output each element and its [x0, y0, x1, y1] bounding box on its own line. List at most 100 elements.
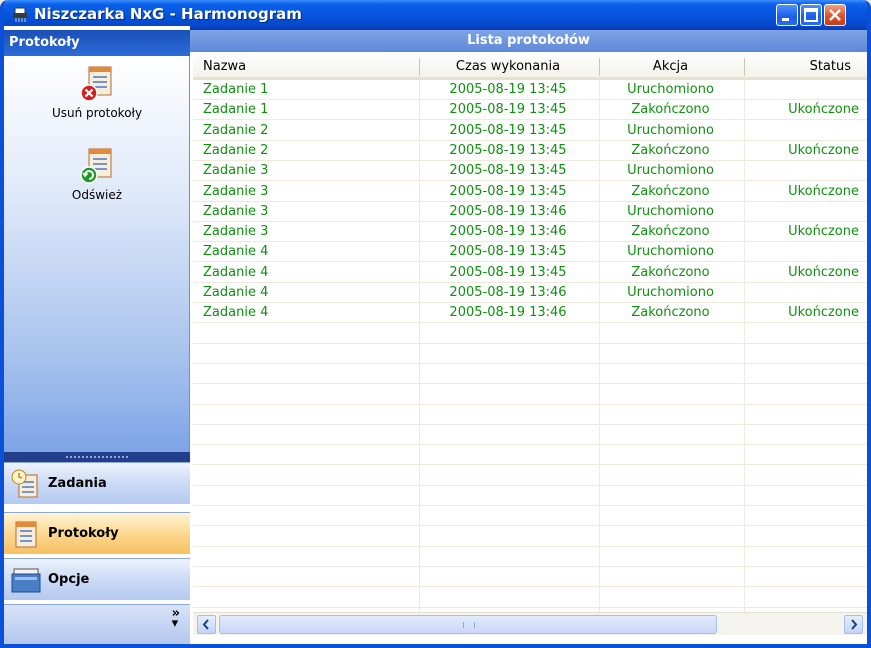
minimize-icon	[782, 18, 789, 21]
col-action-cell: Uruchomiono	[627, 122, 714, 138]
col-action-cell: Uruchomiono	[627, 285, 714, 300]
col-run-time-cell: 2005-08-19 13:45	[449, 163, 567, 179]
tasks-icon	[11, 469, 41, 499]
table-row[interactable]: Zadanie 3 2005-08-19 13:45 Uruchomiono	[193, 161, 867, 182]
col-action-cell: Zakończono	[631, 305, 710, 321]
log-table[interactable]: Nazwa Czas wykonania Akcja Status Zadanie 1…	[193, 52, 867, 612]
table-row	[193, 445, 867, 466]
col-action-cell: Zakończono	[631, 264, 710, 280]
scroll-left-button[interactable]	[197, 615, 216, 634]
col-run-time-header[interactable]: Czas wykonania	[418, 52, 598, 80]
col-name-cell: Zadanie 2	[203, 122, 269, 138]
arrow-right-icon	[851, 619, 858, 630]
log-list-pane: Lista protokołów Nazwa Czas wykonania Akcj…	[190, 30, 867, 644]
table-row[interactable]: Zadanie 3 2005-08-19 13:46 Zakończono Ukońc…	[193, 222, 867, 243]
table-row	[193, 364, 867, 385]
col-name-cell: Zadanie 3	[203, 203, 269, 219]
window-title: Niszczarka NxG - Harmonogram	[34, 5, 302, 23]
scroll-thumb[interactable]	[219, 615, 717, 634]
configure-buttons-chevron-icon[interactable]: » ▾	[172, 607, 180, 630]
scroll-right-button[interactable]	[844, 615, 863, 634]
table-row[interactable]: Zadanie 4 2005-08-19 13:45 Uruchomiono	[193, 242, 867, 263]
table-row	[193, 405, 867, 425]
col-run-time-cell: 2005-08-19 13:45	[449, 183, 567, 199]
col-status-cell	[743, 161, 859, 181]
delete-logs-icon	[77, 64, 117, 104]
col-run-time-cell: 2005-08-19 13:46	[449, 224, 567, 240]
col-name-cell: Zadanie 4	[203, 244, 269, 260]
delete-logs-label: Usuń protokoły	[51, 106, 143, 120]
col-name-cell: Zadanie 3	[203, 183, 269, 199]
table-row	[193, 506, 867, 527]
refresh-label: Odśwież	[71, 188, 123, 202]
table-row[interactable]: Zadanie 2 2005-08-19 13:45 Uruchomiono	[193, 121, 867, 141]
col-name-cell: Zadanie 1	[203, 82, 269, 97]
col-run-time-cell: 2005-08-19 13:45	[449, 142, 567, 158]
col-status-cell	[743, 283, 859, 303]
nav-button-logs[interactable]: Protokoły	[4, 512, 190, 554]
logs-icon	[11, 519, 41, 549]
table-row[interactable]: Zadanie 4 2005-08-19 13:46 Zakończono Ukońc…	[193, 303, 867, 324]
col-name-header[interactable]: Nazwa	[203, 52, 418, 80]
close-button[interactable]	[824, 4, 846, 26]
nav-overflow-bar: » ▾	[4, 604, 190, 644]
options-icon	[11, 565, 41, 595]
table-row	[193, 567, 867, 588]
horizontal-scrollbar[interactable]	[193, 612, 867, 635]
minimize-button[interactable]	[776, 4, 798, 26]
col-status-cell	[743, 202, 859, 222]
col-status-cell	[743, 80, 859, 100]
app-window: Niszczarka NxG - Harmonogram Protokoły U…	[0, 0, 871, 648]
table-row	[193, 425, 867, 446]
col-run-time-cell: 2005-08-19 13:45	[449, 244, 567, 260]
maximize-button[interactable]	[800, 4, 822, 26]
column-separator[interactable]	[599, 58, 600, 76]
table-row	[193, 324, 867, 344]
delete-logs-action[interactable]: Usuń protokoły	[4, 64, 190, 120]
nav-button-tasks[interactable]: Zadania	[4, 462, 190, 504]
table-row	[193, 486, 867, 506]
nav-button-options-label: Opcje	[48, 572, 90, 587]
pane-splitter-grip[interactable]	[4, 452, 190, 462]
table-row	[193, 588, 867, 608]
shredder-icon	[13, 7, 27, 22]
table-row[interactable]: Zadanie 4 2005-08-19 13:45 Zakończono Ukońc…	[193, 263, 867, 283]
nav-pane-header: Protokoły	[4, 30, 190, 56]
col-action-cell: Zakończono	[631, 224, 710, 240]
col-run-time-cell: 2005-08-19 13:45	[449, 122, 567, 138]
table-row	[193, 527, 867, 547]
nav-pane-body: Usuń protokoły Odśwież	[4, 56, 190, 452]
col-status-cell	[743, 242, 859, 262]
col-action-cell: Uruchomiono	[627, 244, 714, 260]
table-row[interactable]: Zadanie 4 2005-08-19 13:46 Uruchomiono	[193, 283, 867, 303]
column-separator[interactable]	[744, 58, 745, 76]
table-row[interactable]: Zadanie 3 2005-08-19 13:46 Uruchomiono	[193, 202, 867, 222]
col-action-cell: Zakończono	[631, 102, 710, 118]
col-run-time-cell: 2005-08-19 13:46	[449, 203, 567, 219]
col-status-header[interactable]: Status	[743, 52, 867, 80]
col-name-cell: Zadanie 3	[203, 224, 269, 240]
column-separator[interactable]	[419, 58, 420, 76]
table-row	[193, 466, 867, 486]
table-row[interactable]: Zadanie 1 2005-08-19 13:45 Zakończono Ukońc…	[193, 100, 867, 121]
col-run-time-cell: 2005-08-19 13:45	[449, 264, 567, 280]
table-row[interactable]: Zadanie 1 2005-08-19 13:45 Uruchomiono	[193, 80, 867, 100]
col-status-cell: Ukończone	[788, 183, 859, 199]
log-list-header: Lista protokołów	[190, 30, 867, 52]
col-name-cell: Zadanie 4	[203, 305, 269, 321]
table-row	[193, 344, 867, 364]
col-run-time-cell: 2005-08-19 13:45	[449, 102, 567, 118]
nav-button-options[interactable]: Opcje	[4, 558, 190, 600]
col-action-header[interactable]: Akcja	[598, 52, 743, 80]
refresh-logs-icon	[77, 146, 117, 186]
col-action-cell: Uruchomiono	[627, 82, 714, 97]
navigation-pane: Protokoły Usuń protokoły Odśwież Zadania…	[4, 26, 190, 644]
col-status-cell: Ukończone	[788, 102, 859, 118]
table-row[interactable]: Zadanie 3 2005-08-19 13:45 Zakończono Ukońc…	[193, 182, 867, 202]
col-status-cell: Ukończone	[788, 264, 859, 280]
col-name-cell: Zadanie 2	[203, 142, 269, 158]
refresh-action[interactable]: Odśwież	[4, 146, 190, 202]
col-status-cell: Ukończone	[788, 305, 859, 321]
col-action-cell: Uruchomiono	[627, 163, 714, 179]
table-row[interactable]: Zadanie 2 2005-08-19 13:45 Zakończono Ukońc…	[193, 141, 867, 161]
